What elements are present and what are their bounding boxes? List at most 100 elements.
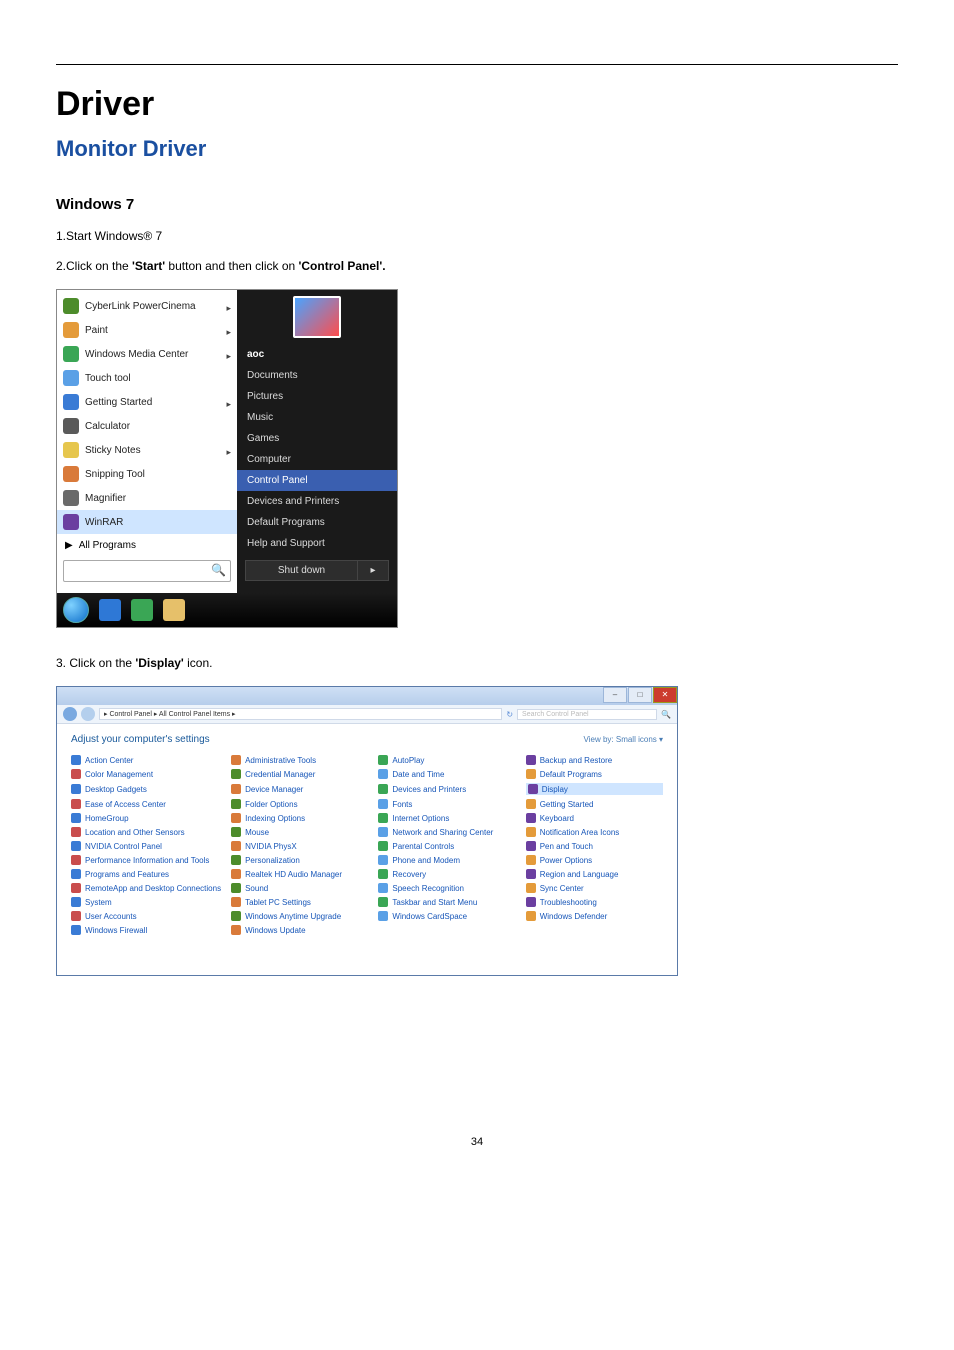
refresh-icon[interactable]: ↻ <box>506 710 513 719</box>
close-button[interactable]: ✕ <box>653 687 677 703</box>
minimize-button[interactable]: – <box>603 687 627 703</box>
view-by-dropdown[interactable]: View by: Small icons ▾ <box>584 735 663 744</box>
taskbar-explorer-icon[interactable] <box>163 599 185 621</box>
start-menu-right-item[interactable]: Control Panel <box>237 470 397 491</box>
start-menu-program-item[interactable]: Touch tool <box>57 366 237 390</box>
control-panel-item-label: Region and Language <box>540 870 619 879</box>
control-panel-item[interactable]: System <box>71 897 221 907</box>
control-panel-item[interactable]: Mouse <box>231 827 368 837</box>
search-control-panel-input[interactable]: Search Control Panel <box>517 709 657 720</box>
control-panel-item[interactable]: Taskbar and Start Menu <box>378 897 515 907</box>
maximize-button[interactable]: □ <box>628 687 652 703</box>
user-name[interactable]: aoc <box>237 344 397 365</box>
start-menu-right-item[interactable]: Default Programs <box>237 512 397 533</box>
triangle-right-icon: ▶ <box>65 540 73 551</box>
control-panel-item-label: Location and Other Sensors <box>85 828 185 837</box>
start-menu-program-item[interactable]: Sticky Notes▸ <box>57 438 237 462</box>
control-panel-item[interactable]: Action Center <box>71 755 221 765</box>
control-panel-item[interactable]: Speech Recognition <box>378 883 515 893</box>
control-panel-item[interactable]: User Accounts <box>71 911 221 921</box>
start-menu-program-item[interactable]: Windows Media Center▸ <box>57 342 237 366</box>
start-menu-program-item[interactable]: WinRAR <box>57 510 237 534</box>
control-panel-item[interactable]: NVIDIA Control Panel <box>71 841 221 851</box>
control-panel-item[interactable]: Devices and Printers <box>378 783 515 795</box>
start-menu-program-item[interactable]: Calculator <box>57 414 237 438</box>
control-panel-item[interactable]: Notification Area Icons <box>526 827 663 837</box>
control-panel-item[interactable]: Indexing Options <box>231 813 368 823</box>
control-panel-item[interactable]: Backup and Restore <box>526 755 663 765</box>
control-panel-item[interactable]: Personalization <box>231 855 368 865</box>
control-panel-item[interactable]: AutoPlay <box>378 755 515 765</box>
start-menu-right-item[interactable]: Music <box>237 407 397 428</box>
taskbar-media-icon[interactable] <box>131 599 153 621</box>
start-menu-right-item[interactable]: Help and Support <box>237 533 397 554</box>
step-2-text-b: button and then click on <box>165 259 298 273</box>
control-panel-item[interactable]: Desktop Gadgets <box>71 783 221 795</box>
start-menu-right-item[interactable]: Computer <box>237 449 397 470</box>
control-panel-item[interactable]: Folder Options <box>231 799 368 809</box>
shutdown-options-button[interactable]: ▸ <box>358 560 389 581</box>
control-panel-item[interactable]: Windows CardSpace <box>378 911 515 921</box>
control-panel-item[interactable]: Internet Options <box>378 813 515 823</box>
control-panel-item[interactable]: Troubleshooting <box>526 897 663 907</box>
control-panel-item[interactable]: Location and Other Sensors <box>71 827 221 837</box>
breadcrumb[interactable]: ▸ Control Panel ▸ All Control Panel Item… <box>99 708 502 720</box>
all-programs-item[interactable]: ▶ All Programs <box>57 534 237 556</box>
control-panel-item[interactable]: Sound <box>231 883 368 893</box>
control-panel-item-label: Parental Controls <box>392 842 454 851</box>
start-menu-right-item[interactable]: Games <box>237 428 397 449</box>
control-panel-item[interactable]: Power Options <box>526 855 663 865</box>
control-panel-item[interactable]: Credential Manager <box>231 769 368 779</box>
start-menu-program-item[interactable]: Snipping Tool <box>57 462 237 486</box>
nav-back-button[interactable] <box>63 707 77 721</box>
control-panel-item[interactable]: Region and Language <box>526 869 663 879</box>
control-panel-item[interactable]: Programs and Features <box>71 869 221 879</box>
control-panel-items-grid: Action Center Administrative Tools AutoPla… <box>71 755 663 935</box>
control-panel-item[interactable]: Network and Sharing Center <box>378 827 515 837</box>
control-panel-item[interactable]: HomeGroup <box>71 813 221 823</box>
control-panel-item[interactable]: Tablet PC Settings <box>231 897 368 907</box>
control-panel-item[interactable]: Device Manager <box>231 783 368 795</box>
start-menu-program-item[interactable]: Getting Started▸ <box>57 390 237 414</box>
control-panel-item[interactable]: Sync Center <box>526 883 663 893</box>
control-panel-item-label: Color Management <box>85 770 153 779</box>
control-panel-item[interactable]: Realtek HD Audio Manager <box>231 869 368 879</box>
taskbar-ie-icon[interactable] <box>99 599 121 621</box>
control-panel-item[interactable]: Ease of Access Center <box>71 799 221 809</box>
start-menu-program-item[interactable]: Magnifier <box>57 486 237 510</box>
control-panel-item[interactable]: NVIDIA PhysX <box>231 841 368 851</box>
start-menu-right-item[interactable]: Pictures <box>237 386 397 407</box>
control-panel-item[interactable]: Parental Controls <box>378 841 515 851</box>
control-panel-item[interactable]: Recovery <box>378 869 515 879</box>
control-panel-item-icon <box>71 827 81 837</box>
control-panel-item[interactable]: Keyboard <box>526 813 663 823</box>
control-panel-item[interactable]: Windows Firewall <box>71 925 221 935</box>
control-panel-item[interactable]: Date and Time <box>378 769 515 779</box>
nav-forward-button[interactable] <box>81 707 95 721</box>
control-panel-item[interactable]: Administrative Tools <box>231 755 368 765</box>
control-panel-item[interactable]: Color Management <box>71 769 221 779</box>
control-panel-item-label: Administrative Tools <box>245 756 316 765</box>
control-panel-item[interactable]: Windows Update <box>231 925 368 935</box>
control-panel-item[interactable]: RemoteApp and Desktop Connections <box>71 883 221 893</box>
shutdown-button[interactable]: Shut down <box>245 560 358 581</box>
control-panel-item-label: Indexing Options <box>245 814 305 823</box>
start-menu-right-item[interactable]: Documents <box>237 365 397 386</box>
control-panel-item[interactable]: Default Programs <box>526 769 663 779</box>
start-menu-right-pane: aoc DocumentsPicturesMusicGamesComputerC… <box>237 290 397 593</box>
start-menu-program-item[interactable]: Paint▸ <box>57 318 237 342</box>
start-orb-icon[interactable] <box>63 597 89 623</box>
control-panel-item[interactable]: Performance Information and Tools <box>71 855 221 865</box>
start-menu-right-item[interactable]: Devices and Printers <box>237 491 397 512</box>
control-panel-item[interactable]: Phone and Modem <box>378 855 515 865</box>
start-search-input[interactable]: 🔍 <box>63 560 231 582</box>
control-panel-item[interactable]: Pen and Touch <box>526 841 663 851</box>
control-panel-item[interactable]: Getting Started <box>526 799 663 809</box>
user-picture[interactable] <box>293 296 341 338</box>
control-panel-item[interactable]: Windows Anytime Upgrade <box>231 911 368 921</box>
start-menu-program-item[interactable]: CyberLink PowerCinema▸ <box>57 294 237 318</box>
control-panel-item[interactable]: Fonts <box>378 799 515 809</box>
control-panel-item[interactable]: Windows Defender <box>526 911 663 921</box>
control-panel-item[interactable]: Display <box>526 783 663 795</box>
control-panel-item-icon <box>71 869 81 879</box>
